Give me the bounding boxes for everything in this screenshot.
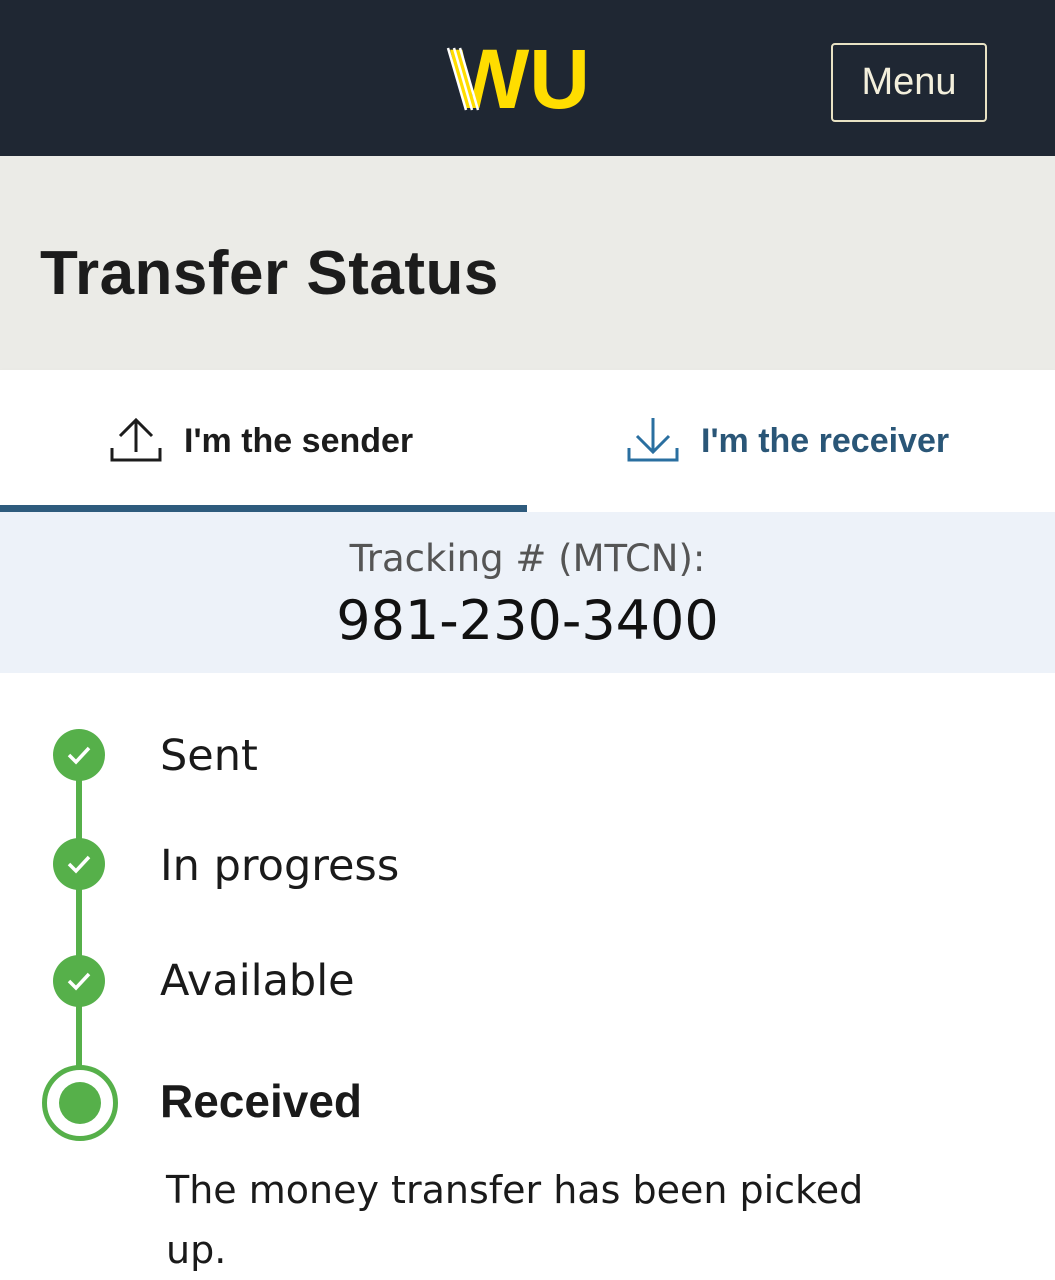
current-step-dot [59, 1082, 101, 1124]
tab-receiver-label: I'm the receiver [701, 422, 950, 460]
step-in-progress-label: In progress [160, 841, 400, 891]
active-tab-indicator [0, 505, 527, 512]
step-sent-label: Sent [160, 731, 258, 781]
tracking-number: 981-230-3400 [336, 589, 719, 652]
step-available-indicator [53, 955, 105, 1007]
step-received-label: Received [160, 1075, 363, 1127]
check-icon [67, 972, 91, 991]
step-received-description: The money transfer has been picked up. [166, 1168, 864, 1272]
tab-receiver[interactable]: I'm the receiver [527, 370, 1055, 512]
wu-logo[interactable]: WU [446, 40, 618, 118]
timeline-connector [76, 888, 82, 958]
top-header: WU Menu [0, 0, 1055, 156]
timeline-connector [76, 780, 82, 846]
check-icon [67, 855, 91, 874]
download-icon [627, 418, 679, 462]
menu-button[interactable]: Menu [831, 43, 987, 122]
page-title: Transfer Status [40, 239, 499, 308]
step-in-progress-indicator [53, 838, 105, 890]
step-sent-indicator [53, 729, 105, 781]
step-available-label: Available [160, 956, 355, 1006]
check-icon [67, 746, 91, 765]
tracking-label: Tracking # (MTCN): [349, 537, 706, 580]
step-received-indicator [42, 1065, 118, 1141]
role-tabs: I'm the sender I'm the receiver [0, 370, 1055, 512]
upload-icon [110, 417, 162, 462]
tab-sender[interactable]: I'm the sender [0, 370, 527, 512]
tab-sender-label: I'm the sender [184, 422, 414, 460]
timeline-connector [76, 1004, 82, 1068]
